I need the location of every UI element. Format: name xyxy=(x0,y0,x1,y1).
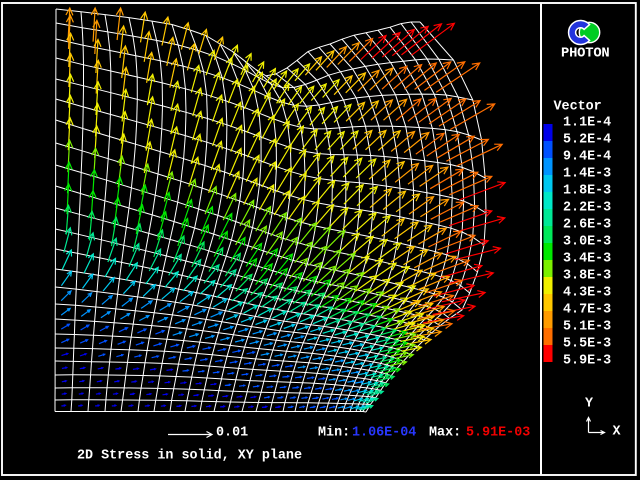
svg-text:1.8E-3: 1.8E-3 xyxy=(563,184,611,199)
svg-text:5.5E-3: 5.5E-3 xyxy=(563,337,611,352)
svg-text:Max:: Max: xyxy=(429,426,461,441)
svg-text:X: X xyxy=(613,425,622,440)
svg-text:5.9E-3: 5.9E-3 xyxy=(563,354,611,369)
svg-text:4.3E-3: 4.3E-3 xyxy=(563,286,611,301)
svg-text:3.4E-3: 3.4E-3 xyxy=(563,252,611,267)
svg-text:9.4E-4: 9.4E-4 xyxy=(563,150,611,165)
svg-text:2.2E-3: 2.2E-3 xyxy=(563,201,611,216)
svg-text:PHOTON: PHOTON xyxy=(561,47,609,62)
svg-text:5.2E-4: 5.2E-4 xyxy=(563,133,611,148)
svg-text:4.7E-3: 4.7E-3 xyxy=(563,303,611,318)
svg-text:Vector: Vector xyxy=(554,100,602,115)
svg-text:5.91E-03: 5.91E-03 xyxy=(466,426,530,441)
svg-text:Min:: Min: xyxy=(318,426,350,441)
svg-text:2.6E-3: 2.6E-3 xyxy=(563,218,611,233)
svg-text:1.4E-3: 1.4E-3 xyxy=(563,167,611,182)
svg-text:2D Stress in solid, XY plane: 2D Stress in solid, XY plane xyxy=(77,449,302,464)
svg-text:1.06E-04: 1.06E-04 xyxy=(352,426,416,441)
svg-text:3.0E-3: 3.0E-3 xyxy=(563,235,611,250)
svg-text:1.1E-4: 1.1E-4 xyxy=(563,116,611,131)
svg-text:3.8E-3: 3.8E-3 xyxy=(563,269,611,284)
svg-text:5.1E-3: 5.1E-3 xyxy=(563,320,611,335)
svg-text:0.01: 0.01 xyxy=(216,426,248,441)
svg-text:Y: Y xyxy=(585,397,594,412)
